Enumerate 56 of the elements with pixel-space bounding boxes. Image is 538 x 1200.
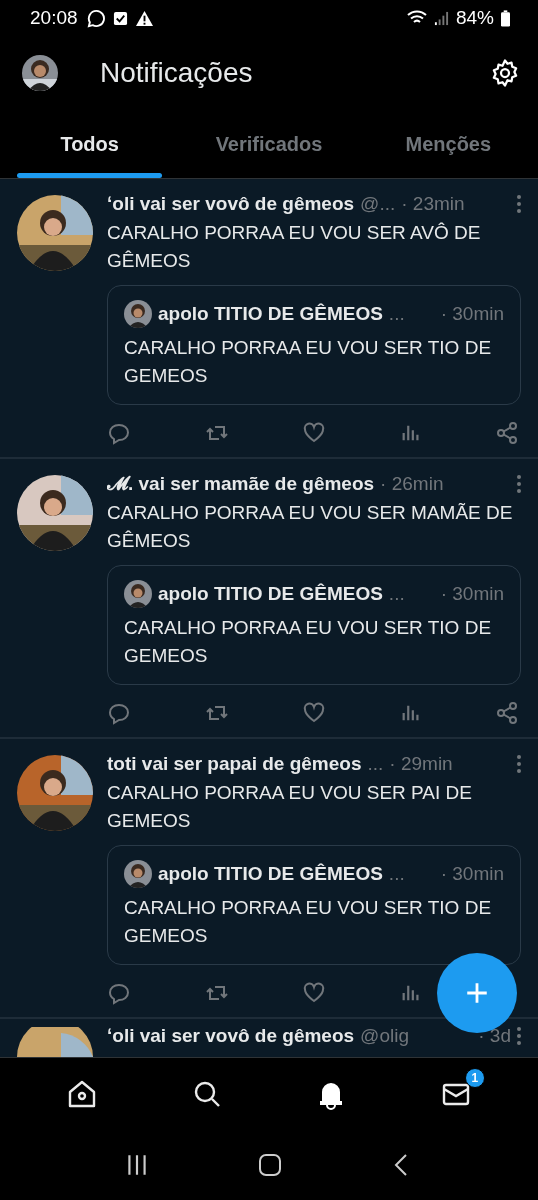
quote-author: apolo TITIO DE GÊMEOS: [158, 583, 383, 605]
tab[interactable]: Todos: [0, 110, 180, 178]
reply-icon[interactable]: [107, 421, 131, 445]
post-text: CARALHO PORRAA EU VOU SER MAMÃE DE GÊMEOS: [107, 501, 514, 553]
page-title: Notificações: [100, 57, 253, 89]
quote-time: · 30min: [440, 863, 504, 885]
post-time: · 3d: [478, 1025, 511, 1047]
checkbox-icon: [112, 10, 128, 26]
post-text: CARALHO PORRAA EU VOU SER AVÔ DE GÊMEOS: [107, 221, 482, 273]
clock: 20:08: [30, 7, 78, 29]
tab[interactable]: Verificados: [179, 110, 359, 178]
author-handle: @...: [360, 193, 396, 215]
quote-handle: ...: [388, 583, 405, 605]
settings-icon[interactable]: [490, 58, 520, 88]
plus-icon: [464, 980, 490, 1006]
share-icon[interactable]: [495, 421, 519, 445]
quote-handle: ...: [388, 863, 405, 885]
quote-text: CARALHO PORRAA EU VOU SER TIO DE GEMEOS: [124, 336, 493, 388]
more-icon[interactable]: [517, 1027, 521, 1045]
more-icon[interactable]: [517, 195, 521, 213]
post-time: · 29min: [389, 753, 453, 775]
heart-icon[interactable]: [302, 981, 326, 1005]
author-handle: @olig: [360, 1025, 409, 1047]
post-time: · 23min: [401, 193, 465, 215]
author-handle: ...: [367, 753, 384, 775]
quote-author: apolo TITIO DE GÊMEOS: [158, 303, 383, 325]
quote-handle: ...: [388, 303, 405, 325]
quote-text: CARALHO PORRAA EU VOU SER TIO DE GEMEOS: [124, 616, 493, 668]
warning-icon: [134, 9, 154, 27]
battery-level: 84%: [455, 7, 494, 29]
post-text: CARALHO PORRAA EU VOU SER PAI DE GEMEOS: [107, 781, 473, 833]
signal-icon: [433, 10, 449, 26]
author-name[interactable]: ʻoli vai ser vovô de gêmeos: [107, 193, 355, 215]
quote-author: apolo TITIO DE GÊMEOS: [158, 863, 383, 885]
author-name[interactable]: ʻoli vai ser vovô de gêmeos: [107, 1025, 355, 1047]
more-icon[interactable]: [517, 475, 521, 493]
author-name[interactable]: 𝓜. vai ser mamãe de gêmeos: [107, 473, 375, 495]
heart-icon[interactable]: [302, 701, 326, 725]
tab[interactable]: Menções: [358, 110, 538, 178]
reply-icon[interactable]: [107, 701, 131, 725]
quote-text: CARALHO PORRAA EU VOU SER TIO DE GEMEOS: [124, 896, 493, 948]
quote-time: · 30min: [440, 583, 504, 605]
quote-time: · 30min: [440, 303, 504, 325]
chat-icon: [86, 8, 106, 28]
unread-badge: 1: [464, 1068, 485, 1088]
share-icon[interactable]: [495, 701, 519, 725]
more-icon[interactable]: [517, 755, 521, 773]
home-button-icon[interactable]: [258, 1153, 282, 1177]
post-time: · 26min: [380, 473, 444, 495]
heart-icon[interactable]: [302, 421, 326, 445]
quoted-post[interactable]: apolo TITIO DE GÊMEOS ... · 30min CARALHO PORRAA EU VOU SER TIO DE GEMEOS: [107, 285, 521, 405]
quoted-post[interactable]: apolo TITIO DE GÊMEOS ... · 30min CARALHO PORRAA EU VOU SER TIO DE GEMEOS: [107, 565, 521, 685]
wifi-icon: [406, 10, 427, 26]
battery-icon: [501, 9, 510, 27]
author-name[interactable]: toti vai ser papai de gêmeos: [107, 753, 362, 775]
reply-icon[interactable]: [107, 981, 131, 1005]
